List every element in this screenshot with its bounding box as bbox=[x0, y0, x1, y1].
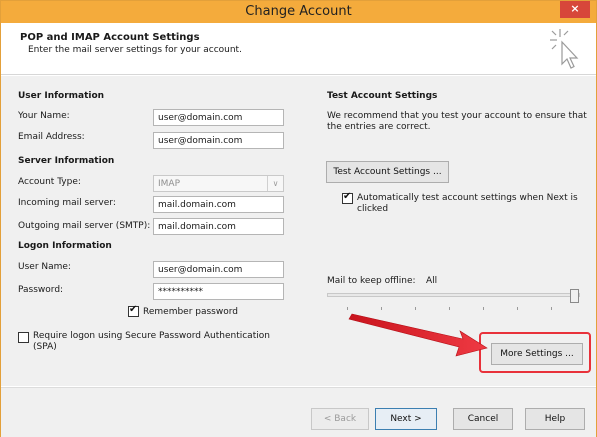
dialog-footer: < Back Next > Cancel Help bbox=[1, 387, 596, 437]
change-account-dialog: Change Account × POP and IMAP Account Se… bbox=[0, 0, 597, 437]
back-button[interactable]: < Back bbox=[311, 408, 369, 430]
next-button[interactable]: Next > bbox=[375, 408, 437, 430]
cancel-button[interactable]: Cancel bbox=[453, 408, 513, 430]
help-button[interactable]: Help bbox=[525, 408, 585, 430]
annotation-arrow-icon bbox=[348, 313, 488, 357]
